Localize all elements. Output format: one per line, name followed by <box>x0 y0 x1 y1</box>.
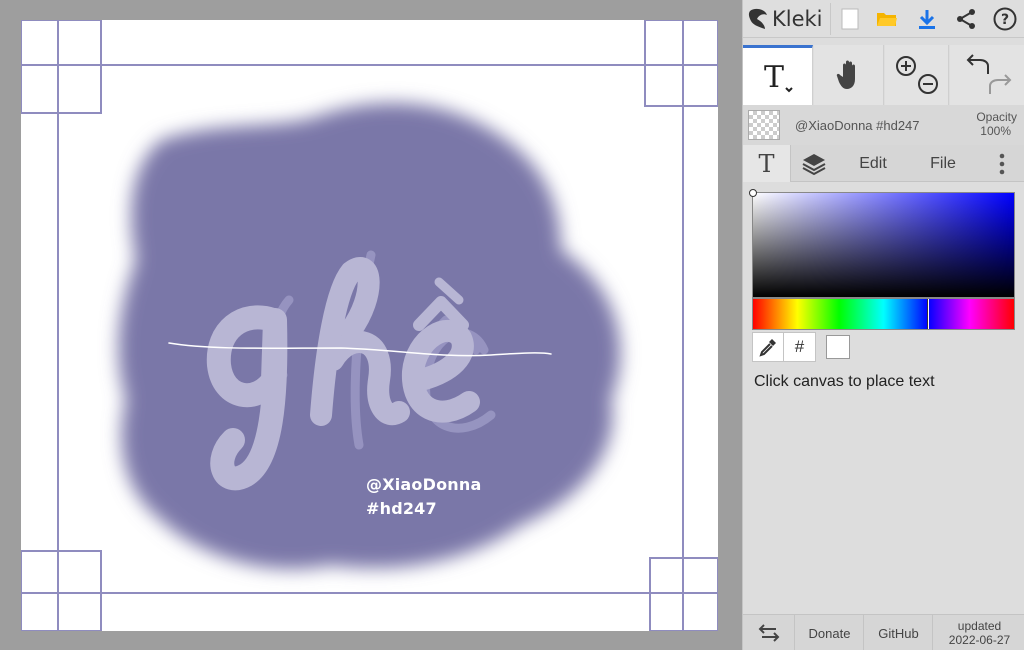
svg-text:T: T <box>763 60 783 95</box>
help-icon: ? <box>993 7 1017 31</box>
opacity-value[interactable]: 100% <box>980 124 1011 138</box>
kleki-logo-icon <box>748 8 767 29</box>
layer-name: @XiaoDonna #hd247 <box>795 118 920 133</box>
canvas-area[interactable]: @XiaoDonna #hd247 <box>0 0 742 650</box>
signature-tag: #hd247 <box>366 499 437 518</box>
open-folder-icon <box>877 13 897 26</box>
updated-info[interactable]: updated 2022-06-27 <box>934 615 1024 650</box>
swap-arrows-icon <box>758 624 779 642</box>
text-tool-button[interactable]: T <box>743 45 813 105</box>
signature-name: @XiaoDonna <box>366 475 482 494</box>
hue-slider[interactable] <box>752 298 1015 330</box>
layer-thumbnail[interactable] <box>748 110 780 140</box>
layer-row[interactable]: @XiaoDonna #hd247 Opacity 100% <box>743 105 1024 145</box>
new-file-icon <box>841 8 859 30</box>
canvas-artwork <box>21 20 718 631</box>
tab-text-settings[interactable]: T <box>743 145 791 182</box>
saturation-value-picker[interactable] <box>749 189 1015 298</box>
text-tool-icon: T <box>763 60 793 95</box>
share-icon <box>957 9 975 29</box>
new-file-button[interactable] <box>835 4 865 34</box>
download-icon <box>919 10 935 29</box>
hex-input-button[interactable]: # <box>784 332 816 362</box>
opacity-label: Opacity <box>976 110 1017 124</box>
zoom-in-icon[interactable] <box>891 52 943 98</box>
layers-icon <box>802 153 826 175</box>
hand-icon <box>836 60 855 89</box>
kleki-logo[interactable]: Kleki <box>747 3 831 35</box>
app-name: Kleki <box>772 7 823 31</box>
more-menu-button[interactable] <box>987 145 1017 182</box>
donate-link[interactable]: Donate <box>796 615 864 650</box>
tool-panel: Kleki ? T @XiaoDonna #hd247 Opacity 100%… <box>742 0 1024 650</box>
more-vertical-icon <box>999 153 1005 174</box>
open-file-button[interactable] <box>872 4 902 34</box>
top-toolbar: Kleki ? <box>743 0 1024 38</box>
download-button[interactable] <box>912 4 942 34</box>
updated-label: updated <box>957 619 1002 633</box>
swap-side-button[interactable] <box>743 615 795 650</box>
drawing-canvas[interactable]: @XiaoDonna #hd247 <box>21 20 718 631</box>
tab-layers[interactable] <box>793 145 835 182</box>
panel-tabs: T Edit File <box>743 145 1024 182</box>
current-color-swatch[interactable] <box>826 335 850 359</box>
panel-footer: Donate GitHub updated 2022-06-27 <box>743 614 1024 650</box>
share-button[interactable] <box>951 4 981 34</box>
tool-row: T <box>743 45 1024 105</box>
hint-text: Click canvas to place text <box>754 373 935 390</box>
eyedropper-button[interactable] <box>752 332 784 362</box>
updated-date: 2022-06-27 <box>948 633 1011 647</box>
svg-text:?: ? <box>1001 12 1009 28</box>
hand-tool-button[interactable] <box>814 45 884 105</box>
color-cursor[interactable] <box>749 189 757 197</box>
github-link[interactable]: GitHub <box>865 615 933 650</box>
tab-file[interactable]: File <box>913 145 973 182</box>
undo-icon[interactable] <box>958 52 1018 98</box>
undo-redo-buttons <box>950 45 1024 105</box>
tab-edit[interactable]: Edit <box>843 145 903 182</box>
hue-slider-handle[interactable] <box>926 299 929 329</box>
zoom-buttons <box>885 45 949 105</box>
help-button[interactable]: ? <box>990 4 1020 34</box>
eyedropper-icon <box>759 339 776 357</box>
text-tab-icon: T <box>758 149 775 178</box>
color-tools: # <box>752 332 850 362</box>
